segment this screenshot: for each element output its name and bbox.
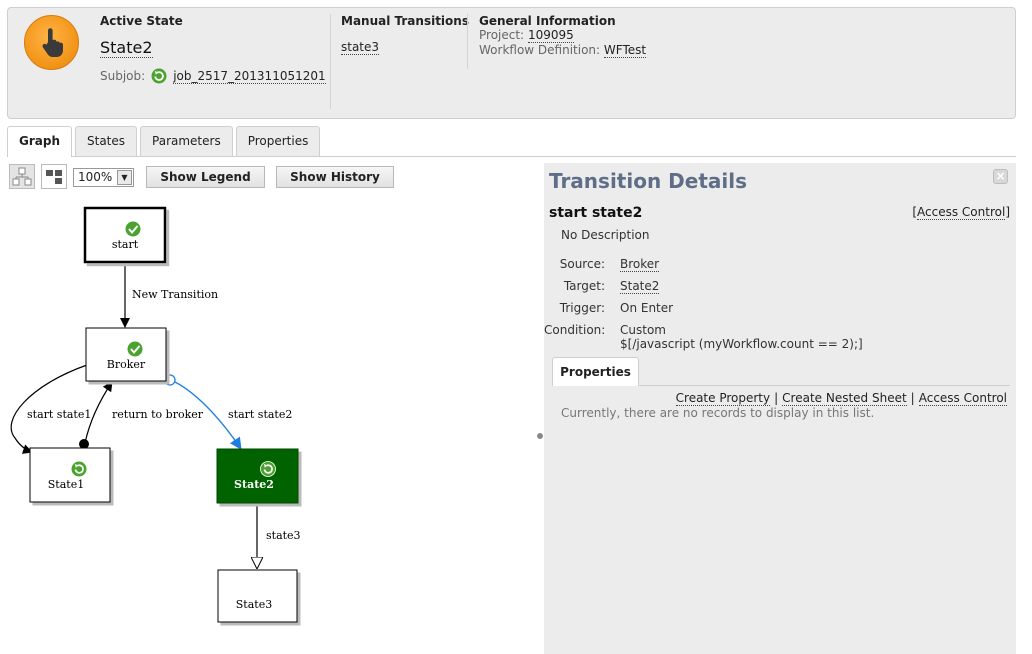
show-history-button[interactable]: Show History: [276, 166, 394, 188]
details-title: Transition Details: [549, 169, 747, 193]
separator: |: [910, 391, 915, 405]
running-job-icon: [71, 461, 87, 477]
create-property-link[interactable]: Create Property: [675, 391, 771, 406]
edge-label-state3: state3: [266, 529, 301, 542]
panel-resize-handle[interactable]: [537, 433, 543, 439]
access-control-link[interactable]: Access Control: [918, 391, 1007, 406]
subjob-link[interactable]: job_2517_201311051201: [173, 69, 326, 84]
tab-states[interactable]: States: [75, 126, 138, 156]
tab-parameters[interactable]: Parameters: [140, 126, 233, 156]
tab-properties[interactable]: Properties: [235, 126, 321, 156]
trigger-label: Trigger:: [559, 301, 605, 315]
header-divider: [467, 14, 468, 69]
manual-transitions-heading: Manual Transitions: [341, 14, 469, 28]
active-state-section: Active State State2 Subjob: job_2517_201…: [100, 14, 330, 84]
grid-layout-icon: [46, 170, 62, 184]
node-label-state3: State3: [236, 598, 272, 611]
tree-layout-button[interactable]: [9, 164, 35, 189]
condition-value-block: Custom $[/javascript (myWorkflow.count =…: [620, 323, 863, 351]
condition-label: Condition:: [544, 323, 606, 337]
zoom-select[interactable]: 100% ▼: [73, 168, 134, 187]
empty-list-message: Currently, there are no records to displ…: [561, 406, 875, 420]
workflow-definition-label: Workflow Definition:: [479, 43, 601, 57]
edge-new-transition[interactable]: New Transition: [120, 262, 218, 328]
workflow-definition-row: Workflow Definition: WFTest: [479, 43, 739, 58]
manual-touch-icon: [24, 15, 79, 70]
general-information-section: General Information Project: 109095 Work…: [479, 14, 739, 58]
edge-label-return-to-broker: return to broker: [112, 408, 204, 421]
source-value: Broker: [620, 257, 660, 272]
transition-details-panel: Transition Details × start state2 [Acces…: [544, 163, 1016, 654]
workflow-graph: New Transition start state1 return to br…: [10, 206, 301, 623]
grid-layout-button[interactable]: [41, 164, 67, 189]
node-state1[interactable]: State1: [29, 447, 111, 503]
node-label-state2: State2: [234, 478, 274, 491]
node-start[interactable]: start: [83, 206, 167, 264]
edge-label-new-transition: New Transition: [132, 288, 218, 301]
manual-transition-link[interactable]: state3: [341, 40, 380, 55]
show-legend-button[interactable]: Show Legend: [146, 166, 265, 188]
node-state3[interactable]: State3: [217, 569, 298, 623]
project-row: Project: 109095: [479, 28, 739, 43]
zoom-value: 100%: [78, 170, 113, 184]
condition-row: Condition: Custom $[/javascript (myWorkf…: [544, 323, 1014, 353]
main-tabs: Graph States Parameters Properties: [7, 126, 323, 157]
project-label: Project:: [479, 28, 525, 42]
properties-actions: Create Property | Create Nested Sheet | Acce…: [675, 391, 1007, 406]
trigger-value: On Enter: [620, 301, 674, 315]
edge-state3[interactable]: state3: [257, 503, 301, 568]
header-divider: [330, 14, 331, 109]
edge-label-start-state2: start state2: [228, 408, 292, 421]
condition-value: Custom: [620, 323, 666, 337]
edge-label-start-state1: start state1: [27, 408, 91, 421]
check-icon: [125, 221, 141, 237]
source-row: Source: Broker: [544, 257, 1014, 272]
project-link[interactable]: 109095: [527, 28, 574, 43]
edge-start-state1[interactable]: start state1: [10, 364, 91, 454]
node-state2-active[interactable]: State2: [216, 448, 299, 504]
target-label: Target:: [563, 279, 605, 293]
create-nested-sheet-link[interactable]: Create Nested Sheet: [782, 391, 907, 406]
running-job-icon: [260, 461, 276, 477]
subjob-label: Subjob:: [100, 69, 146, 83]
subjob-line: Subjob: job_2517_201311051201: [100, 68, 330, 84]
chevron-down-icon[interactable]: ▼: [117, 170, 132, 185]
source-link[interactable]: Broker: [620, 257, 660, 272]
access-control-top-link[interactable]: Access Control: [917, 205, 1006, 220]
trigger-row: Trigger: On Enter: [544, 301, 1014, 316]
tab-graph[interactable]: Graph: [7, 126, 72, 157]
transition-name: start state2: [549, 205, 643, 221]
workflow-definition-link[interactable]: WFTest: [603, 43, 647, 58]
condition-expression: $[/javascript (myWorkflow.count == 2);]: [620, 337, 863, 351]
target-row: Target: State2: [544, 279, 1014, 294]
edge-return-to-broker[interactable]: return to broker: [79, 381, 204, 449]
manual-transitions-section: Manual Transitions state3: [341, 14, 471, 55]
active-state-name-link[interactable]: State2: [100, 39, 153, 58]
node-label-broker: Broker: [107, 358, 146, 371]
active-state-header: Active State State2 Subjob: job_2517_201…: [7, 7, 1016, 119]
active-state-heading: Active State: [100, 14, 183, 28]
target-link[interactable]: State2: [620, 279, 660, 294]
tree-layout-icon: [12, 167, 32, 186]
node-label-start: start: [112, 238, 139, 251]
separator: |: [774, 391, 779, 405]
node-broker[interactable]: Broker: [85, 327, 167, 382]
access-control-top: [Access Control]: [912, 205, 1010, 220]
close-icon[interactable]: ×: [993, 169, 1008, 184]
transition-description: No Description: [561, 228, 650, 242]
check-icon: [127, 341, 143, 357]
general-information-heading: General Information: [479, 14, 616, 28]
running-job-icon: [151, 68, 167, 84]
source-label: Source:: [559, 257, 605, 271]
node-label-state1: State1: [48, 478, 84, 491]
target-value: State2: [620, 279, 660, 294]
tab-properties-sub[interactable]: Properties: [552, 357, 639, 386]
